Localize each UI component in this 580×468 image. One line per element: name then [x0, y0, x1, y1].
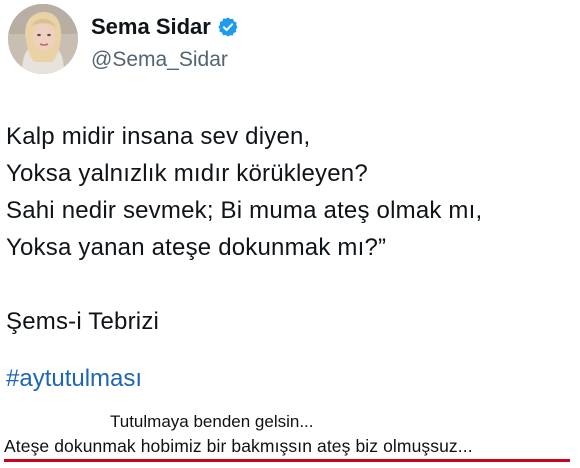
tweet-line: Yoksa yalnızlık mıdır körükleyen?: [6, 160, 368, 187]
display-name-text[interactable]: Sema Sidar: [91, 14, 211, 40]
caption-line-2: Ateşe dokunmak hobimiz bir bakmışsın ate…: [4, 436, 473, 456]
caption-line-1: Tutulmaya benden gelsin...: [110, 412, 314, 431]
avatar[interactable]: [8, 4, 78, 74]
tweet-header: Sema Sidar @Sema_Sidar: [6, 4, 566, 76]
tweet-attribution: Şems-i Tebrizi: [6, 308, 160, 335]
tweet-text: Kalp midir insana sev diyen, Yoksa yalnı…: [6, 118, 576, 340]
tweet-line: Sahi nedir sevmek; Bi muma ateş olmak mı…: [6, 197, 483, 224]
display-name[interactable]: Sema Sidar: [91, 14, 239, 40]
user-handle[interactable]: @Sema_Sidar: [91, 48, 228, 72]
verified-badge-icon: [217, 16, 239, 38]
tweet-line: Yoksa yanan ateşe dokunmak mı?”: [6, 234, 387, 261]
tweet-line: Kalp midir insana sev diyen,: [6, 123, 311, 150]
hashtag-link[interactable]: #aytutulması: [6, 365, 142, 393]
red-underline: [4, 459, 570, 462]
